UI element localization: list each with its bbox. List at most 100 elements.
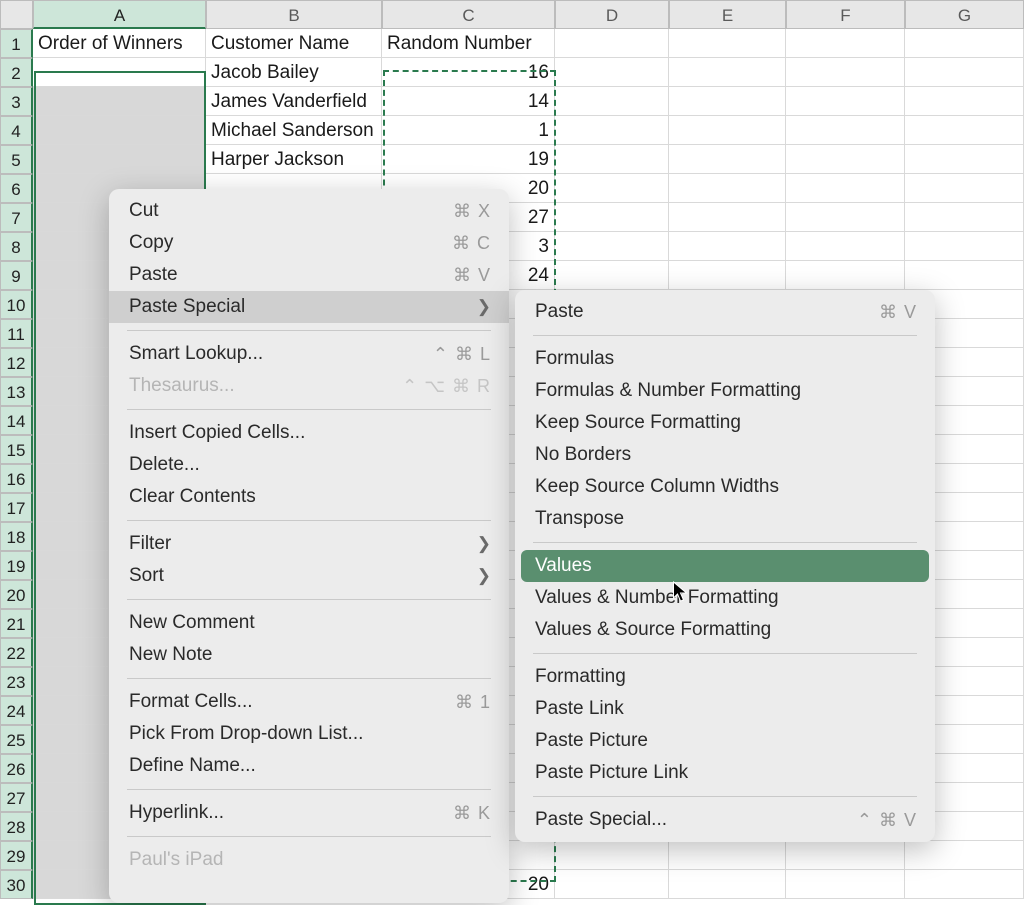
cell-d2[interactable] — [555, 58, 669, 87]
row-header-24[interactable]: 24 — [0, 696, 33, 725]
cell-g6[interactable] — [905, 174, 1024, 203]
col-header-g[interactable]: G — [905, 0, 1024, 29]
cell-a5[interactable] — [33, 145, 206, 174]
row-header-5[interactable]: 5 — [0, 145, 33, 174]
row-header-8[interactable]: 8 — [0, 232, 33, 261]
cell-e5[interactable] — [669, 145, 786, 174]
row-header-23[interactable]: 23 — [0, 667, 33, 696]
menu-paste-special[interactable]: Paste Special ❯ — [109, 291, 509, 323]
cell-g2[interactable] — [905, 58, 1024, 87]
menu-define-name[interactable]: Define Name... — [109, 750, 509, 782]
row-header-9[interactable]: 9 — [0, 261, 33, 290]
cell-a3[interactable] — [33, 87, 206, 116]
menu-paste[interactable]: Paste ⌘ V — [109, 259, 509, 291]
cell-a2[interactable] — [33, 58, 206, 87]
row-header-17[interactable]: 17 — [0, 493, 33, 522]
cell-d30[interactable] — [555, 870, 669, 899]
menu-insert-copied[interactable]: Insert Copied Cells... — [109, 417, 509, 449]
menu-pick-dropdown[interactable]: Pick From Drop-down List... — [109, 718, 509, 750]
cell-e6[interactable] — [669, 174, 786, 203]
cell-f6[interactable] — [786, 174, 905, 203]
cell-d3[interactable] — [555, 87, 669, 116]
cell-e3[interactable] — [669, 87, 786, 116]
cell-f1[interactable] — [786, 29, 905, 58]
cell-a4[interactable] — [33, 116, 206, 145]
cell-f3[interactable] — [786, 87, 905, 116]
row-header-16[interactable]: 16 — [0, 464, 33, 493]
cell-e9[interactable] — [669, 261, 786, 290]
row-header-6[interactable]: 6 — [0, 174, 33, 203]
row-header-11[interactable]: 11 — [0, 319, 33, 348]
cell-f2[interactable] — [786, 58, 905, 87]
cell-d9[interactable] — [555, 261, 669, 290]
menu-clear-contents[interactable]: Clear Contents — [109, 481, 509, 513]
row-header-3[interactable]: 3 — [0, 87, 33, 116]
cell-f5[interactable] — [786, 145, 905, 174]
row-header-20[interactable]: 20 — [0, 580, 33, 609]
col-header-a[interactable]: A — [33, 0, 206, 29]
submenu-values-sf[interactable]: Values & Source Formatting — [515, 614, 935, 646]
cell-g7[interactable] — [905, 203, 1024, 232]
row-header-25[interactable]: 25 — [0, 725, 33, 754]
row-header-1[interactable]: 1 — [0, 29, 33, 58]
cell-d5[interactable] — [555, 145, 669, 174]
row-header-30[interactable]: 30 — [0, 870, 33, 899]
row-header-26[interactable]: 26 — [0, 754, 33, 783]
submenu-no-borders[interactable]: No Borders — [515, 439, 935, 471]
cell-d1[interactable] — [555, 29, 669, 58]
cell-c5[interactable]: 19 — [382, 145, 555, 174]
row-header-19[interactable]: 19 — [0, 551, 33, 580]
cell-f9[interactable] — [786, 261, 905, 290]
cell-c2[interactable]: 16 — [382, 58, 555, 87]
cell-e4[interactable] — [669, 116, 786, 145]
row-header-21[interactable]: 21 — [0, 609, 33, 638]
cell-d6[interactable] — [555, 174, 669, 203]
cell-e7[interactable] — [669, 203, 786, 232]
row-header-4[interactable]: 4 — [0, 116, 33, 145]
col-header-b[interactable]: B — [206, 0, 382, 29]
submenu-transpose[interactable]: Transpose — [515, 503, 935, 535]
cell-d7[interactable] — [555, 203, 669, 232]
cell-c3[interactable]: 14 — [382, 87, 555, 116]
cell-b2[interactable]: Jacob Bailey — [206, 58, 382, 87]
row-header-27[interactable]: 27 — [0, 783, 33, 812]
cell-e8[interactable] — [669, 232, 786, 261]
menu-smart-lookup[interactable]: Smart Lookup... ⌃ ⌘ L — [109, 338, 509, 370]
row-header-14[interactable]: 14 — [0, 406, 33, 435]
cell-e30[interactable] — [669, 870, 786, 899]
submenu-paste-picture-link[interactable]: Paste Picture Link — [515, 757, 935, 789]
col-header-f[interactable]: F — [786, 0, 905, 29]
select-all-corner[interactable] — [0, 0, 33, 29]
cell-g30[interactable] — [905, 870, 1024, 899]
row-header-13[interactable]: 13 — [0, 377, 33, 406]
submenu-paste-picture[interactable]: Paste Picture — [515, 725, 935, 757]
cell-b1[interactable]: Customer Name — [206, 29, 382, 58]
row-header-15[interactable]: 15 — [0, 435, 33, 464]
menu-hyperlink[interactable]: Hyperlink... ⌘ K — [109, 797, 509, 829]
cell-f30[interactable] — [786, 870, 905, 899]
submenu-formulas[interactable]: Formulas — [515, 343, 935, 375]
submenu-values-nf[interactable]: Values & Number Formatting — [515, 582, 935, 614]
menu-format-cells[interactable]: Format Cells... ⌘ 1 — [109, 686, 509, 718]
cell-b5[interactable]: Harper Jackson — [206, 145, 382, 174]
cell-e2[interactable] — [669, 58, 786, 87]
cell-g4[interactable] — [905, 116, 1024, 145]
menu-copy[interactable]: Copy ⌘ C — [109, 227, 509, 259]
cell-a1[interactable]: Order of Winners — [33, 29, 206, 58]
cell-e1[interactable] — [669, 29, 786, 58]
cell-f29[interactable] — [786, 841, 905, 870]
row-header-12[interactable]: 12 — [0, 348, 33, 377]
cell-e29[interactable] — [669, 841, 786, 870]
cell-d29[interactable] — [555, 841, 669, 870]
cell-c4[interactable]: 1 — [382, 116, 555, 145]
menu-cut[interactable]: Cut ⌘ X — [109, 195, 509, 227]
submenu-paste-special-dialog[interactable]: Paste Special... ⌃ ⌘ V — [515, 804, 935, 836]
submenu-formulas-nf[interactable]: Formulas & Number Formatting — [515, 375, 935, 407]
row-header-2[interactable]: 2 — [0, 58, 33, 87]
col-header-c[interactable]: C — [382, 0, 555, 29]
submenu-values[interactable]: Values — [521, 550, 929, 582]
row-header-7[interactable]: 7 — [0, 203, 33, 232]
menu-new-comment[interactable]: New Comment — [109, 607, 509, 639]
menu-new-note[interactable]: New Note — [109, 639, 509, 671]
col-header-d[interactable]: D — [555, 0, 669, 29]
